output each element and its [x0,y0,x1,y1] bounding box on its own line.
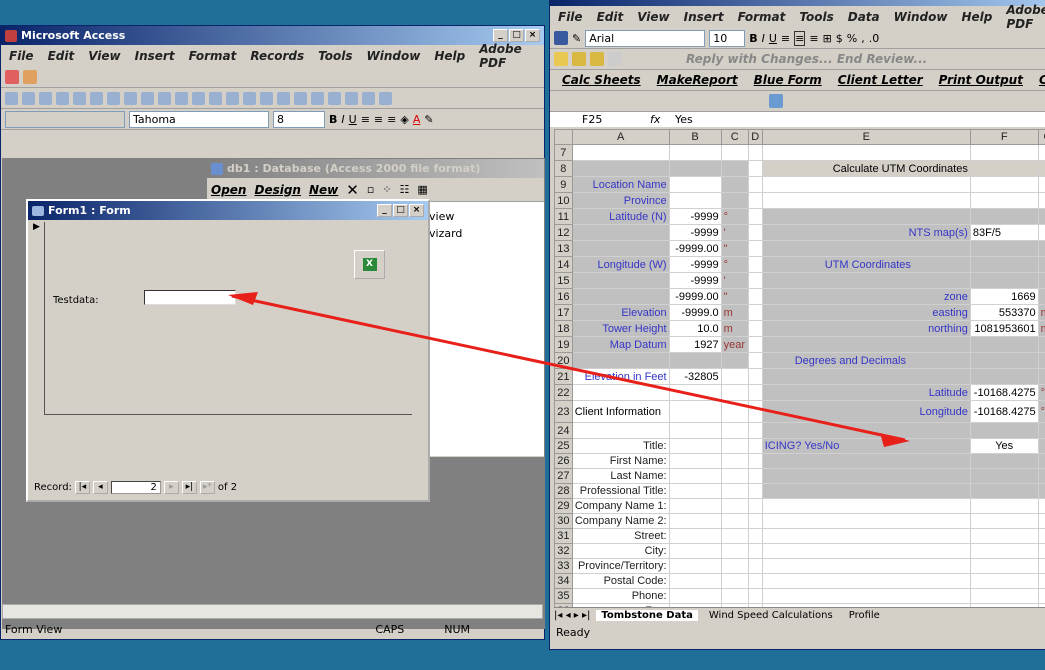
arrow-line [231,294,906,442]
arrow-head-right [880,433,910,447]
annotation-arrow [228,292,910,447]
arrow-head-left [228,292,258,305]
